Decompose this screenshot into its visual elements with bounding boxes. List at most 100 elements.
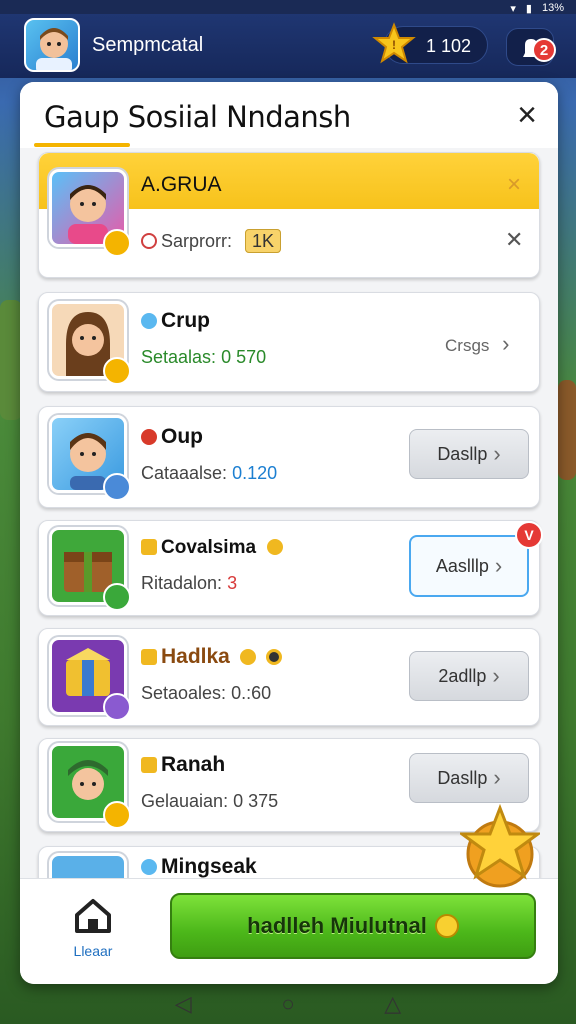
chevron-right-icon: › bbox=[502, 331, 510, 356]
coins-value: 1 102 bbox=[426, 36, 472, 56]
chevron-right-icon: › bbox=[492, 663, 500, 688]
member-name: Hadlka bbox=[141, 645, 286, 669]
social-group-dialog: Gaup Sosiial Nndansh × A.GRUA Sarprorr: … bbox=[20, 82, 558, 984]
side-label[interactable]: Crsgs › bbox=[445, 331, 509, 357]
stat-label: Setaalas: bbox=[141, 347, 217, 367]
primary-action-button[interactable]: hadlleh Miulutnal bbox=[170, 893, 536, 959]
wifi-icon: ▾ bbox=[510, 2, 516, 15]
stat-value: 3 bbox=[227, 573, 238, 593]
join-button[interactable]: Dasllp › bbox=[409, 753, 529, 803]
coin-icon bbox=[434, 914, 459, 938]
side-label-text: Crsgs bbox=[445, 336, 490, 355]
close-icon: × bbox=[517, 96, 537, 134]
expand-icon[interactable]: ✕ bbox=[505, 227, 523, 253]
chevron-right-icon: › bbox=[493, 441, 501, 466]
home-icon bbox=[75, 899, 111, 933]
member-name-text: Covalsima bbox=[161, 537, 257, 558]
svg-text:!: ! bbox=[392, 38, 396, 52]
home-circle-icon[interactable]: ○ bbox=[281, 991, 294, 1017]
join-button-label: Dasllp bbox=[437, 443, 488, 464]
star-reward-icon[interactable] bbox=[460, 802, 540, 888]
chevron-right-icon: › bbox=[493, 765, 501, 790]
home-tab[interactable]: Lleaar bbox=[64, 893, 122, 963]
list-item[interactable]: Crup Setaalas: 0 570 Crsgs › bbox=[38, 292, 540, 392]
member-stat: Setaalas: 0 570 bbox=[141, 347, 266, 368]
join-button[interactable]: Dasllp › bbox=[409, 429, 529, 479]
stat-value: 0 375 bbox=[233, 791, 279, 811]
rank-badge bbox=[103, 229, 131, 257]
list-item[interactable]: Covalsima Ritadalon: 3 Aaslllp › V bbox=[38, 520, 543, 616]
list-item-featured[interactable]: A.GRUA Sarprorr: 1K × ✕ bbox=[38, 152, 540, 278]
close-button[interactable]: × bbox=[510, 98, 544, 132]
member-name: Covalsima bbox=[141, 537, 287, 559]
rank-badge bbox=[103, 693, 131, 721]
member-name: Ranah bbox=[141, 753, 225, 777]
stat-label: Ritadalon: bbox=[141, 573, 223, 593]
stat-label: Sarprorr: bbox=[161, 231, 233, 251]
home-label: Lleaar bbox=[73, 943, 113, 959]
join-button[interactable]: 2adllp › bbox=[409, 651, 529, 701]
back-icon[interactable]: ◁ bbox=[175, 991, 192, 1017]
gem-icon bbox=[141, 313, 157, 329]
join-button[interactable]: Aaslllp › bbox=[409, 535, 529, 597]
stat-value: 0.:60 bbox=[231, 683, 272, 703]
join-button-label: 2adllp bbox=[438, 665, 487, 686]
stat-value: 1K bbox=[245, 229, 282, 253]
stat-label: Cataaalse: bbox=[141, 463, 228, 483]
member-name-text: Crup bbox=[161, 309, 210, 332]
member-name-text: Oup bbox=[161, 425, 203, 448]
member-name: Mingseak bbox=[141, 855, 257, 879]
primary-action-label: hadlleh Miulutnal bbox=[247, 913, 427, 938]
bottom-bar: Lleaar hadlleh Miulutnal bbox=[20, 878, 558, 984]
gold-bar-icon bbox=[141, 649, 157, 665]
recents-icon[interactable]: △ bbox=[384, 991, 401, 1017]
rank-badge bbox=[103, 473, 131, 501]
member-stat: Gelauaian: 0 375 bbox=[141, 791, 278, 812]
dismiss-icon[interactable]: × bbox=[507, 171, 521, 199]
swirl-icon bbox=[265, 649, 282, 665]
player-name: Sempmcatal bbox=[92, 34, 204, 56]
rank-badge bbox=[103, 801, 131, 829]
background-decor bbox=[558, 380, 576, 480]
member-name-text: Ranah bbox=[161, 753, 226, 776]
list-item[interactable]: Oup Cataaalse: 0.120 Dasllp › bbox=[38, 406, 540, 508]
stat-value: 0 570 bbox=[221, 347, 267, 367]
gem-icon bbox=[141, 859, 157, 875]
gold-bar-icon bbox=[141, 757, 157, 773]
star-currency-icon: ! bbox=[372, 22, 416, 64]
list-item[interactable]: Hadlka Setaoales: 0.:60 2adllp › bbox=[38, 628, 540, 726]
rank-badge bbox=[103, 357, 131, 385]
clock-icon bbox=[141, 233, 157, 249]
dialog-header: Gaup Sosiial Nndansh × bbox=[20, 82, 558, 148]
join-button-label: Dasllp bbox=[437, 767, 488, 788]
system-nav-bar: ◁ ○ △ bbox=[0, 984, 576, 1024]
title-underline bbox=[34, 143, 130, 147]
dialog-title: Gaup Sosiial Nndansh bbox=[44, 100, 351, 134]
member-stat: Cataaalse: 0.120 bbox=[141, 463, 277, 484]
stat-value: 0.120 bbox=[232, 463, 278, 483]
rank-badge bbox=[103, 583, 131, 611]
stat-label: Gelauaian: bbox=[141, 791, 229, 811]
player-avatar[interactable] bbox=[24, 18, 80, 72]
member-name-text: Mingseak bbox=[161, 855, 257, 878]
member-name: Crup bbox=[141, 309, 210, 333]
top-bar: Sempmcatal ! 1 102 2 bbox=[0, 14, 576, 78]
background-decor bbox=[0, 300, 22, 420]
stat-label: Setaoales: bbox=[141, 683, 227, 703]
ruby-icon bbox=[141, 429, 157, 445]
alert-badge: V bbox=[515, 521, 543, 549]
gold-bar-icon bbox=[141, 539, 157, 555]
signal-icon: ▮ bbox=[525, 2, 532, 15]
member-name-text: Hadlka bbox=[161, 645, 230, 668]
crown-icon bbox=[239, 649, 256, 665]
join-button-label: Aaslllp bbox=[435, 555, 489, 576]
member-name: Oup bbox=[141, 425, 203, 449]
member-name: A.GRUA bbox=[141, 173, 222, 196]
battery-value: 13% bbox=[541, 2, 564, 14]
member-stat: Ritadalon: 3 bbox=[141, 573, 237, 594]
coin-icon bbox=[267, 539, 284, 555]
member-stat: Setaoales: 0.:60 bbox=[141, 683, 271, 704]
chevron-right-icon: › bbox=[494, 553, 503, 578]
member-stat: Sarprorr: 1K bbox=[141, 229, 282, 253]
notifications-badge: 2 bbox=[532, 38, 556, 62]
